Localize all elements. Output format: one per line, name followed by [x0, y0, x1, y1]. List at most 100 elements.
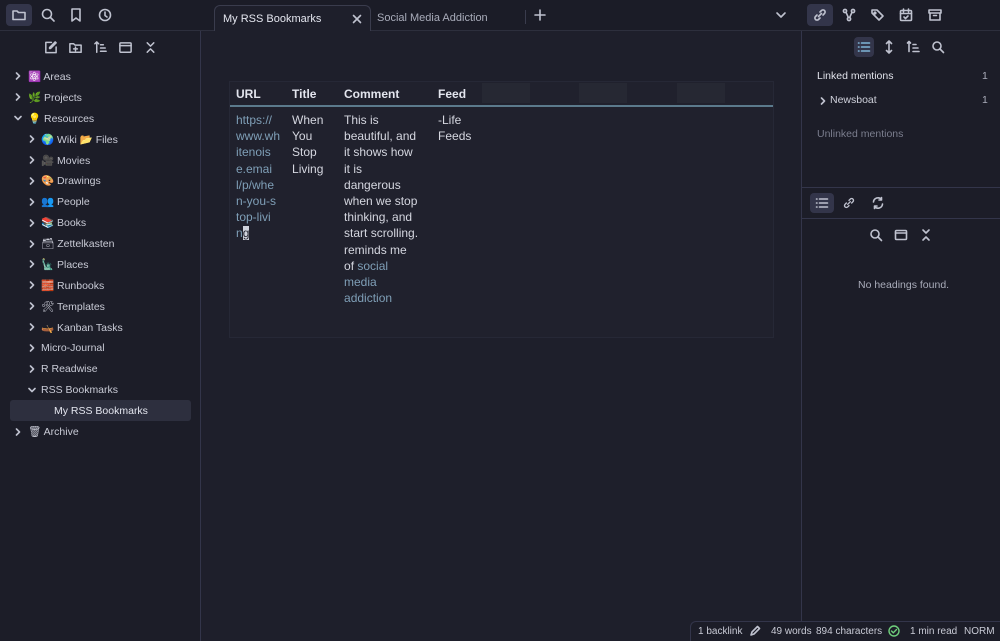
sync-check-icon[interactable] — [888, 625, 900, 637]
chevron-down-icon[interactable] — [27, 385, 37, 395]
column-header-feed[interactable]: Feed — [432, 82, 482, 106]
chevron-down-icon[interactable] — [13, 113, 23, 123]
calendar-icon[interactable] — [893, 4, 919, 26]
new-tab-plus-icon[interactable] — [527, 4, 553, 26]
tree-folder-runbooks[interactable]: 🧱 Runbooks — [0, 275, 200, 296]
word-count: 49 words — [771, 626, 812, 637]
url-line: e.emai — [236, 161, 273, 176]
cell-feed[interactable]: -Life Feeds — [432, 106, 482, 306]
column-header-url[interactable]: URL — [230, 82, 286, 106]
title-line: Living — [292, 161, 324, 176]
tree-label: Micro-Journal — [41, 342, 105, 355]
chevron-right-icon[interactable] — [27, 155, 37, 165]
panel-icon[interactable] — [891, 225, 911, 245]
new-folder-icon[interactable] — [67, 39, 83, 55]
cell-comment[interactable]: This is beautiful, and it shows how it i… — [338, 106, 432, 306]
chevron-right-icon[interactable] — [819, 97, 827, 105]
backlink-count[interactable]: 1 backlink — [698, 626, 742, 637]
tree-folder-movies[interactable]: 🎥 Movies — [0, 150, 200, 171]
status-bar: 1 backlink 49 words 894 characters 1 min… — [690, 621, 1000, 641]
app-window: My RSS Bookmarks Social Media Addiction — [0, 0, 1000, 641]
table-row: https:// www.wh itenois e.emai l/p/whe n… — [230, 106, 482, 306]
chevron-right-icon[interactable] — [27, 134, 37, 144]
chevron-right-icon[interactable] — [27, 364, 37, 374]
tree-folder-people[interactable]: 👥 People — [0, 191, 200, 212]
chevron-right-icon[interactable] — [27, 259, 37, 269]
tree-folder-wiki[interactable]: 🌍 Wiki 📂 Files — [0, 129, 200, 150]
pencil-icon[interactable] — [749, 625, 761, 637]
table: URL Title Comment Feed https:// www.wh i… — [230, 82, 482, 306]
backlinks-icon[interactable] — [807, 4, 833, 26]
comment-line: of — [344, 258, 355, 273]
collapse-panel-icon[interactable] — [117, 39, 133, 55]
column-header-title[interactable]: Title — [286, 82, 338, 106]
chevron-right-icon[interactable] — [27, 301, 37, 311]
search-icon[interactable] — [928, 37, 948, 57]
backlink-item-count: 1 — [982, 94, 988, 106]
chevron-right-icon[interactable] — [27, 197, 37, 207]
search-icon[interactable] — [35, 4, 61, 26]
tree-folder-places[interactable]: 🗽 Places — [0, 254, 200, 275]
column-header-comment[interactable]: Comment — [338, 82, 432, 106]
list-icon[interactable] — [854, 37, 874, 57]
tree-folder-archive[interactable]: 🗑 Archive — [0, 421, 200, 442]
chevron-right-icon[interactable] — [27, 176, 37, 186]
chevron-right-icon[interactable] — [13, 71, 23, 81]
sort-icon[interactable] — [903, 37, 923, 57]
tree-label: 🌍 Wiki 📂 Files — [41, 133, 118, 146]
sort-icon[interactable] — [92, 39, 108, 55]
comment-line: dangerous — [344, 177, 401, 192]
chevron-right-icon[interactable] — [27, 280, 37, 290]
folder-icon[interactable] — [6, 4, 32, 26]
chevron-right-icon[interactable] — [13, 92, 23, 102]
tree-folder-zettelkasten[interactable]: 🗃 Zettelkasten — [0, 233, 200, 254]
search-icon[interactable] — [866, 225, 886, 245]
tree-folder-templates[interactable]: 🛠 Templates — [0, 296, 200, 317]
tree-folder-readwise[interactable]: R Readwise — [0, 358, 200, 379]
file-explorer: ⚛️ Areas 🌿 Projects 💡 Resources 🌍 Wiki 📂… — [0, 31, 201, 641]
url-line: https:// — [236, 113, 273, 127]
archive-icon[interactable] — [922, 4, 948, 26]
collapse-all-icon[interactable] — [142, 39, 158, 55]
tree-folder-drawings[interactable]: 🎨 Drawings — [0, 170, 200, 191]
tree-folder-areas[interactable]: ⚛️ Areas — [0, 66, 200, 87]
unlinked-mentions-label[interactable]: Unlinked mentions — [817, 128, 903, 140]
title-line: Stop — [292, 145, 317, 160]
bookmark-icon[interactable] — [63, 4, 89, 26]
close-icon[interactable] — [350, 12, 364, 26]
chevron-right-icon[interactable] — [27, 343, 37, 353]
cell-title[interactable]: When You Stop Living — [286, 106, 338, 306]
outline-tab-icon[interactable] — [810, 193, 834, 213]
linked-mentions-count: 1 — [982, 70, 988, 82]
tree-folder-kanban-tasks[interactable]: 🛶 Kanban Tasks — [0, 317, 200, 338]
tree-label: 🗽 Places — [41, 258, 89, 271]
tree-label: 🌿 Projects — [28, 91, 82, 104]
clock-icon[interactable] — [92, 4, 118, 26]
chevron-right-icon[interactable] — [27, 218, 37, 228]
tree-folder-projects[interactable]: 🌿 Projects — [0, 87, 200, 108]
url-link[interactable]: https:// www.wh itenois e.emai l/p/whe n… — [236, 113, 280, 241]
new-note-icon[interactable] — [42, 39, 58, 55]
linked-mentions-label[interactable]: Linked mentions — [817, 70, 893, 82]
collapse-all-icon[interactable] — [916, 225, 936, 245]
graph-icon[interactable] — [836, 4, 862, 26]
backlinks-tab-icon[interactable] — [839, 193, 859, 213]
tree-folder-micro-journal[interactable]: Micro-Journal — [0, 338, 200, 359]
backlink-item-newsboat[interactable]: Newsboat — [830, 94, 877, 106]
tree-folder-rss-bookmarks[interactable]: RSS Bookmarks — [0, 379, 200, 400]
tree-folder-resources[interactable]: 💡 Resources — [0, 108, 200, 129]
url-line: n-you-s — [236, 194, 277, 209]
tab-my-rss-bookmarks[interactable]: My RSS Bookmarks — [214, 5, 371, 31]
empty-column-header — [482, 83, 530, 103]
tree-file-my-rss-bookmarks[interactable]: My RSS Bookmarks — [10, 400, 191, 422]
tree-folder-books[interactable]: 📚 Books — [0, 212, 200, 233]
chevron-down-icon[interactable] — [768, 4, 794, 26]
chevron-right-icon[interactable] — [27, 239, 37, 249]
chevron-right-icon[interactable] — [27, 322, 37, 332]
tags-icon[interactable] — [865, 4, 891, 26]
expand-vertical-icon[interactable] — [879, 37, 899, 57]
cell-url[interactable]: https:// www.wh itenois e.emai l/p/whe n… — [230, 106, 286, 306]
chevron-right-icon[interactable] — [13, 427, 23, 437]
refresh-icon[interactable] — [868, 193, 888, 213]
tab-social-media-addiction[interactable]: Social Media Addiction — [369, 5, 524, 31]
